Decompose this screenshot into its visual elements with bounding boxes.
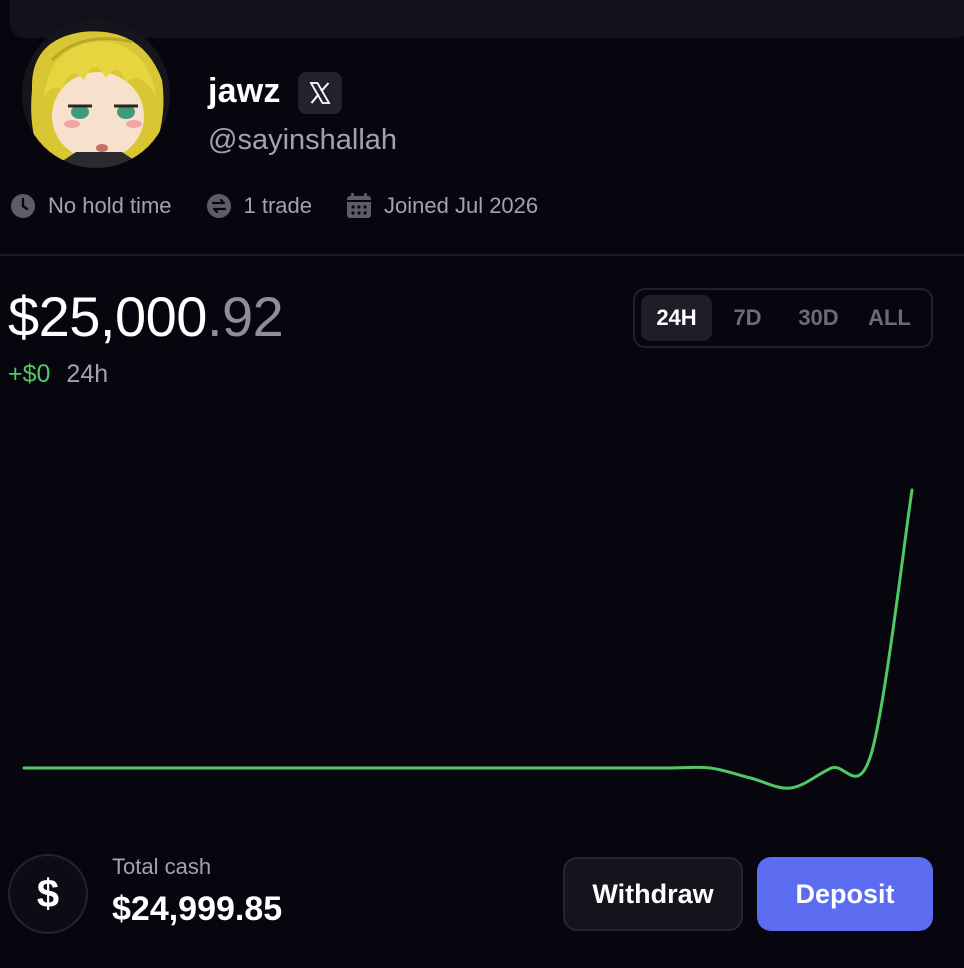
- balance-change: +$0 24h: [8, 360, 108, 389]
- dollar-symbol: $: [36, 871, 60, 916]
- deposit-button[interactable]: Deposit: [757, 857, 933, 931]
- tab-all[interactable]: ALL: [854, 295, 925, 341]
- joined-stat: Joined Jul 2026: [346, 193, 538, 219]
- hold-time-stat: No hold time: [10, 193, 172, 219]
- joined-label: Joined Jul 2026: [384, 193, 539, 218]
- clock-icon: [11, 194, 35, 218]
- trades-label: 1 trade: [243, 193, 313, 218]
- change-amount: +$0: [8, 360, 51, 388]
- trades-stat: 1 trade: [206, 193, 313, 219]
- divider: [0, 254, 964, 256]
- withdraw-button[interactable]: Withdraw: [563, 857, 743, 931]
- change-period: 24h: [66, 360, 109, 388]
- tab-7d[interactable]: 7D: [712, 295, 783, 341]
- balance-dollars: $25,000: [8, 285, 207, 348]
- total-cash-value: $24,999.85: [112, 890, 283, 928]
- username: jawz: [208, 72, 281, 110]
- balance-cents: .92: [206, 285, 284, 348]
- top-card: [10, 0, 964, 38]
- hold-time-label: No hold time: [48, 193, 172, 218]
- x-logo-icon: [309, 82, 331, 104]
- swap-icon: [206, 194, 231, 218]
- user-handle: @sayinshallah: [208, 124, 398, 156]
- tab-30d[interactable]: 30D: [783, 295, 854, 341]
- dollar-icon: $: [8, 854, 88, 934]
- portfolio-balance: $25,000.92: [8, 284, 284, 349]
- profile-stats: No hold time 1 trade Joined Jul 2026: [10, 190, 572, 222]
- profile-page: jawz @sayinshallah No hold time 1 trade: [0, 0, 964, 968]
- anime-avatar-icon: [22, 20, 170, 168]
- calendar-icon: [347, 193, 372, 218]
- chart-series-line: [22, 488, 914, 790]
- total-cash-label: Total cash: [112, 854, 212, 879]
- portfolio-chart[interactable]: [0, 420, 964, 840]
- tab-24h[interactable]: 24H: [641, 295, 712, 341]
- avatar[interactable]: [22, 20, 170, 168]
- x-link-button[interactable]: [298, 72, 342, 114]
- time-range-selector: 24H 7D 30D ALL: [633, 288, 933, 348]
